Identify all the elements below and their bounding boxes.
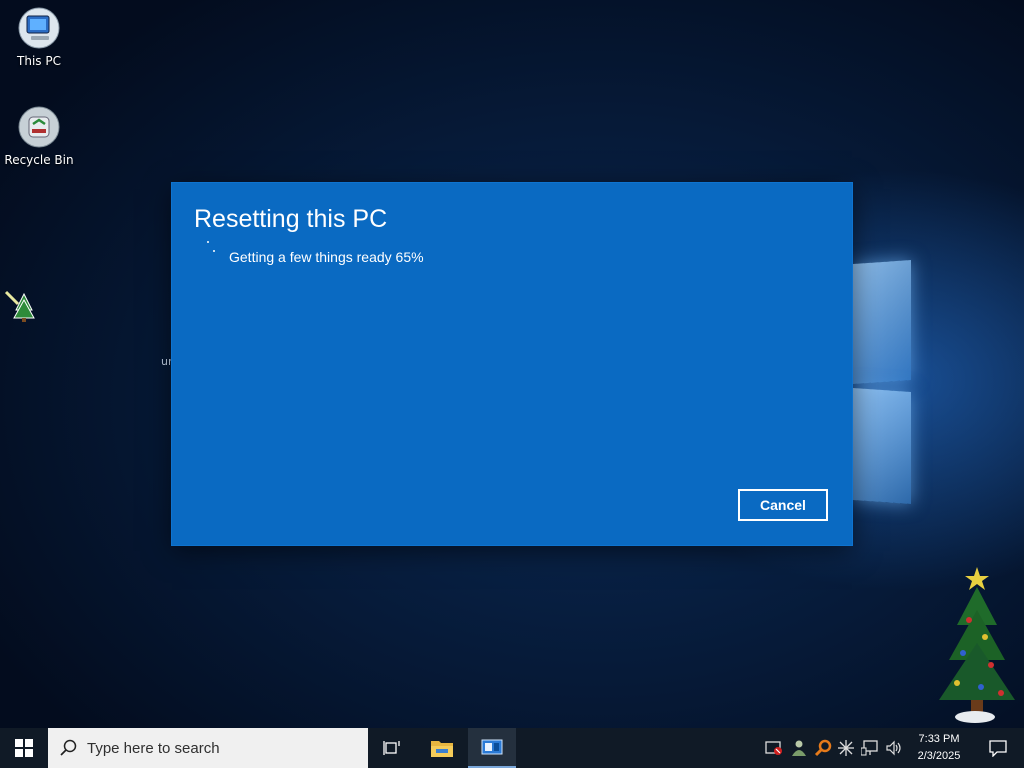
progress-text: Getting a few things ready 65% (229, 249, 424, 265)
file-explorer-button[interactable] (418, 728, 466, 768)
spinner-icon (206, 241, 220, 261)
reset-pc-dialog: Resetting this PC Getting a few things r… (172, 183, 852, 545)
start-button[interactable] (0, 728, 48, 768)
clock-date: 2/3/2025 (917, 750, 961, 762)
search-tool-icon[interactable] (813, 738, 833, 758)
desktop-icon-label: Recycle Bin (4, 153, 74, 167)
search-box[interactable]: Type here to search (48, 728, 368, 768)
dialog-title: Resetting this PC (194, 205, 388, 233)
clock[interactable]: 7:33 PM 2/3/2025 (906, 731, 972, 765)
network-icon[interactable] (860, 738, 880, 758)
search-placeholder: Type here to search (87, 739, 220, 757)
stray-text: ur (161, 355, 173, 368)
cancel-button[interactable]: Cancel (738, 489, 828, 521)
windows-logo-pane-bottom (853, 387, 911, 505)
recycle-bin-icon (17, 105, 61, 149)
small-tree-cursor-icon (2, 288, 38, 324)
search-icon (60, 739, 77, 756)
file-explorer-icon (431, 741, 453, 757)
people-icon[interactable] (789, 738, 809, 758)
desktop-icon-recycle-bin[interactable]: Recycle Bin (0, 105, 78, 167)
action-center-icon (989, 740, 1007, 757)
reset-app-button[interactable] (468, 728, 516, 768)
clock-time: 7:33 PM (918, 733, 960, 745)
windows-start-icon (15, 739, 33, 757)
sparkle-icon[interactable] (836, 738, 856, 758)
desktop-icon-this-pc[interactable]: This PC (0, 6, 78, 68)
security-alert-icon[interactable] (764, 738, 784, 758)
taskbar: Type here to search 7:33 PM 2/3/2025 (0, 728, 1024, 768)
task-view-icon (383, 741, 400, 755)
volume-icon[interactable] (884, 738, 904, 758)
desktop: This PC Recycle Bin ur Resetting this PC (0, 0, 1024, 728)
desktop-icon-label: This PC (17, 54, 61, 68)
windows-logo-pane-top (853, 259, 911, 385)
computer-icon (17, 6, 61, 50)
christmas-tree-icon (925, 565, 1021, 728)
task-view-button[interactable] (368, 728, 416, 768)
action-center-button[interactable] (976, 728, 1020, 768)
reset-app-icon (481, 739, 503, 755)
